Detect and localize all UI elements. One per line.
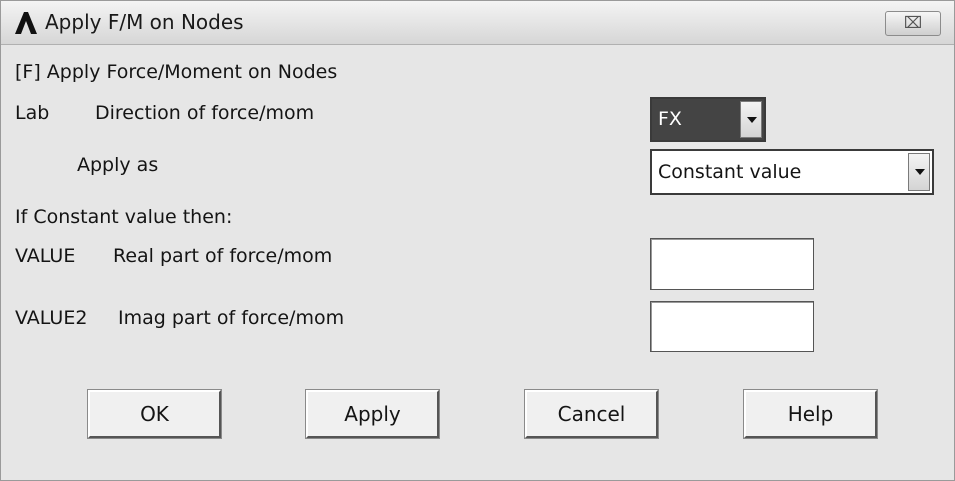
close-icon: ⌧ (903, 13, 923, 32)
lab-key-label: Lab (15, 102, 50, 124)
apply-as-dropdown[interactable]: Constant value (650, 149, 934, 195)
value-description-label: Real part of force/mom (113, 245, 333, 267)
ok-button[interactable]: OK (87, 389, 222, 439)
direction-dropdown[interactable]: FX (650, 97, 766, 142)
ansys-logo-icon (15, 12, 37, 34)
cancel-button[interactable]: Cancel (524, 389, 659, 439)
window-title: Apply F/M on Nodes (45, 10, 244, 34)
apply-button[interactable]: Apply (305, 389, 440, 439)
dialog-header: [F] Apply Force/Moment on Nodes (15, 61, 338, 83)
value2-key-label: VALUE2 (15, 307, 88, 329)
help-button[interactable]: Help (743, 389, 878, 439)
apply-as-dropdown-value: Constant value (658, 161, 802, 183)
constant-value-header: If Constant value then: (15, 206, 233, 228)
imag-part-input[interactable] (650, 301, 814, 352)
real-part-input[interactable] (650, 238, 814, 290)
value2-description-label: Imag part of force/mom (118, 307, 345, 329)
chevron-down-icon[interactable] (740, 101, 762, 138)
lab-description-label: Direction of force/mom (95, 102, 315, 124)
title-bar[interactable]: Apply F/M on Nodes ⌧ (1, 1, 954, 45)
direction-dropdown-value: FX (658, 108, 682, 130)
apply-as-label: Apply as (77, 154, 159, 176)
dialog-window: Apply F/M on Nodes ⌧ [F] Apply Force/Mom… (0, 0, 955, 481)
value-key-label: VALUE (15, 245, 76, 267)
close-button[interactable]: ⌧ (885, 11, 941, 36)
chevron-down-icon[interactable] (908, 153, 930, 191)
